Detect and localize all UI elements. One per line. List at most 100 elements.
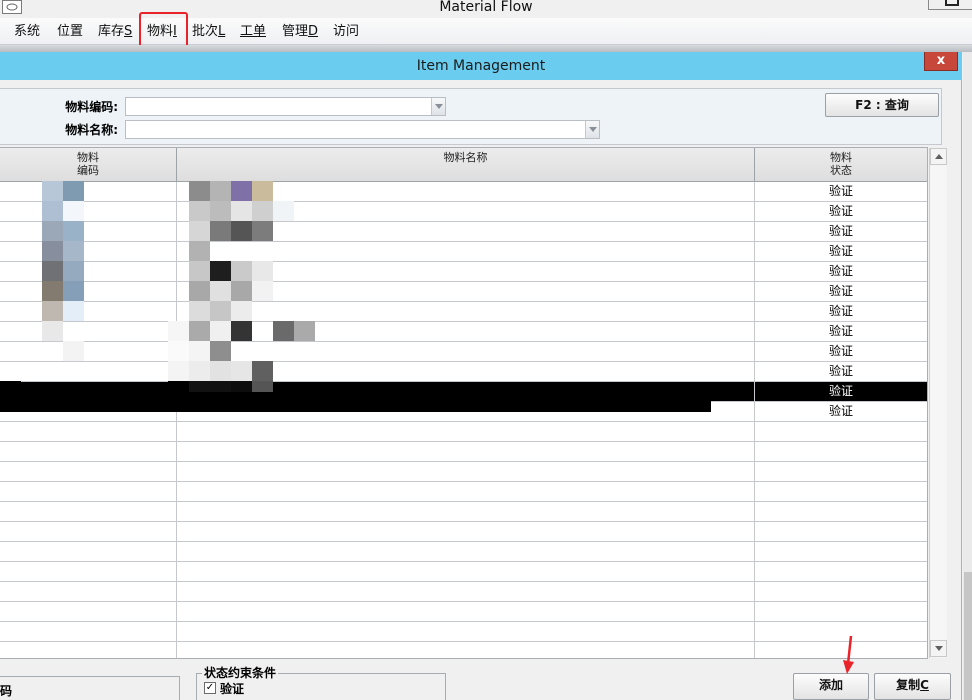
cell-code xyxy=(0,242,177,262)
menu-system[interactable]: 系统 xyxy=(14,18,40,45)
menu-workorder[interactable]: 工单 xyxy=(240,18,266,45)
table-row[interactable] xyxy=(0,642,927,658)
menu-bar: 系统 位置 库存S 物料I 批次L 工单 管理D 访问 xyxy=(0,18,972,45)
chevron-down-icon[interactable] xyxy=(585,121,599,138)
cell-name xyxy=(177,522,755,542)
maximize-button[interactable] xyxy=(928,0,972,10)
cell-name xyxy=(177,362,755,382)
table-row[interactable]: 验证 xyxy=(0,222,927,242)
cell-status: 验证 xyxy=(755,202,927,222)
cell-status xyxy=(755,562,927,582)
cell-name xyxy=(177,642,755,658)
dialog-close-button[interactable]: x xyxy=(924,52,958,71)
table-row[interactable]: 验证 xyxy=(0,382,927,402)
cell-name xyxy=(177,422,755,442)
table-row[interactable]: 验证 xyxy=(0,302,927,322)
cell-code xyxy=(0,562,177,582)
cell-status: 验证 xyxy=(755,322,927,342)
table-row[interactable] xyxy=(0,462,927,482)
cell-name xyxy=(177,622,755,642)
menu-management[interactable]: 管理D xyxy=(282,18,318,45)
table-row[interactable] xyxy=(0,522,927,542)
grid-rows: 验证 验证 验证 验证 验证 验证 验证 验证 验证 验证 验证 验证 xyxy=(0,182,927,658)
cell-code xyxy=(0,222,177,242)
table-row[interactable]: 验证 xyxy=(0,282,927,302)
dialog-titlebar: Item Management x xyxy=(0,52,962,80)
window-scroll-thumb[interactable] xyxy=(964,572,972,700)
menu-inventory[interactable]: 库存S xyxy=(98,18,132,45)
material-name-label: 物料名称: xyxy=(65,123,118,137)
cell-name xyxy=(177,202,755,222)
scroll-down-icon[interactable] xyxy=(930,640,947,657)
cell-name xyxy=(177,582,755,602)
cell-status xyxy=(755,422,927,442)
cell-status xyxy=(755,582,927,602)
cell-status xyxy=(755,482,927,502)
table-row[interactable] xyxy=(0,482,927,502)
column-header-status[interactable]: 物料 状态 xyxy=(755,148,927,182)
cell-status xyxy=(755,602,927,622)
table-row[interactable] xyxy=(0,422,927,442)
app-titlebar: Material Flow xyxy=(0,0,972,18)
cell-name xyxy=(177,242,755,262)
table-row[interactable]: 验证 xyxy=(0,242,927,262)
close-icon: x xyxy=(936,53,946,68)
add-button[interactable]: 添加 xyxy=(793,673,869,700)
menu-location[interactable]: 位置 xyxy=(57,18,83,45)
material-name-input[interactable] xyxy=(126,121,599,138)
table-row[interactable]: 验证 xyxy=(0,202,927,222)
table-row[interactable]: 验证 xyxy=(0,262,927,282)
table-row[interactable] xyxy=(0,622,927,642)
table-row[interactable] xyxy=(0,602,927,622)
cell-status: 验证 xyxy=(755,342,927,362)
material-code-combo[interactable] xyxy=(125,97,446,116)
cell-code xyxy=(0,602,177,622)
copy-button[interactable]: 复制C xyxy=(874,673,951,700)
cell-name xyxy=(177,282,755,302)
menu-access[interactable]: 访问 xyxy=(333,18,359,45)
grid-vertical-scrollbar[interactable] xyxy=(929,148,947,658)
toolbar-strip xyxy=(0,45,972,52)
cell-status: 验证 xyxy=(755,302,927,322)
cell-code xyxy=(0,422,177,442)
cell-status xyxy=(755,502,927,522)
column-header-code[interactable]: 物料 编码 xyxy=(0,148,177,182)
scroll-up-icon[interactable] xyxy=(930,148,947,165)
cell-status xyxy=(755,442,927,462)
menu-material[interactable]: 物料I xyxy=(147,18,177,45)
table-row[interactable]: 验证 xyxy=(0,182,927,202)
bottom-left-label: 码 xyxy=(0,684,13,698)
table-row[interactable]: 验证 xyxy=(0,322,927,342)
table-row[interactable] xyxy=(0,562,927,582)
grid-header: 物料 编码 物料名称 物料 状态 xyxy=(0,148,927,182)
bottom-left-panel xyxy=(0,676,180,700)
dialog-title: Item Management xyxy=(416,58,546,74)
query-button[interactable]: F2 : 查询 xyxy=(825,93,939,117)
maximize-icon xyxy=(945,0,959,6)
table-row[interactable]: 验证 xyxy=(0,362,927,382)
scroll-thumb[interactable] xyxy=(931,166,946,640)
cell-code xyxy=(0,382,177,402)
cell-code xyxy=(0,182,177,202)
material-code-input[interactable] xyxy=(126,98,445,115)
cell-status: 验证 xyxy=(755,362,927,382)
table-row[interactable] xyxy=(0,502,927,522)
cell-status xyxy=(755,622,927,642)
cell-status: 验证 xyxy=(755,262,927,282)
chevron-down-icon[interactable] xyxy=(431,98,445,115)
cell-name xyxy=(177,442,755,462)
cell-status: 验证 xyxy=(755,222,927,242)
cell-name xyxy=(177,462,755,482)
cell-name xyxy=(177,562,755,582)
cell-code xyxy=(0,302,177,322)
column-header-name[interactable]: 物料名称 xyxy=(177,148,755,182)
material-name-combo[interactable] xyxy=(125,120,600,139)
table-row[interactable] xyxy=(0,542,927,562)
window-scrollbar[interactable] xyxy=(963,52,972,700)
table-row[interactable] xyxy=(0,582,927,602)
menu-batch[interactable]: 批次L xyxy=(192,18,225,45)
table-row[interactable]: 验证 xyxy=(0,342,927,362)
table-row[interactable] xyxy=(0,442,927,462)
status-verified-checkbox[interactable]: ✓ xyxy=(204,682,216,694)
table-row[interactable]: 验证 xyxy=(0,402,927,422)
